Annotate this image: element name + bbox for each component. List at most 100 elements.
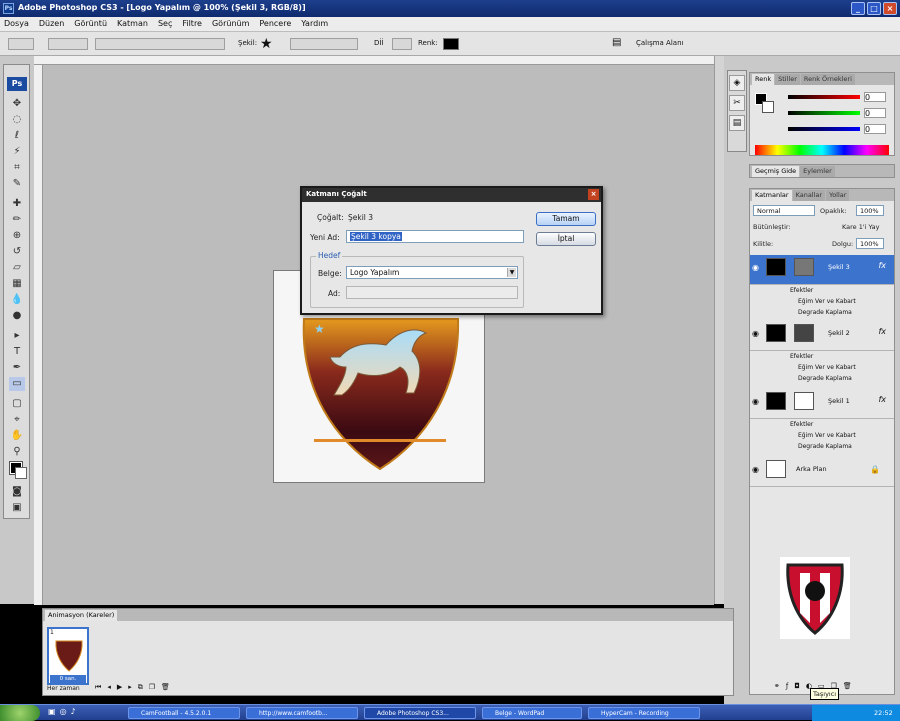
red-value[interactable]: 0 bbox=[864, 92, 886, 102]
palette-well-icon[interactable]: ▤ bbox=[612, 37, 621, 48]
info-icon[interactable]: ▤ bbox=[729, 115, 745, 131]
start-button[interactable] bbox=[0, 705, 40, 721]
gradient-tool-icon[interactable]: ▦ bbox=[9, 277, 25, 291]
star-shape-icon[interactable]: ★ bbox=[260, 36, 273, 52]
shape-tool-buttons[interactable] bbox=[95, 38, 225, 50]
link-layers-icon[interactable]: ⚭ bbox=[774, 682, 780, 692]
fx-icon[interactable]: fx bbox=[878, 261, 886, 270]
dialog-close-button[interactable]: × bbox=[588, 189, 599, 200]
pen-tool-icon[interactable]: ✒ bbox=[9, 361, 25, 375]
vertical-scrollbar[interactable] bbox=[714, 56, 724, 604]
minimize-button[interactable]: _ bbox=[851, 2, 865, 15]
menu-layer[interactable]: Katman bbox=[117, 19, 148, 31]
crop-tool-icon[interactable]: ⌗ bbox=[9, 161, 25, 175]
slice-tool-icon[interactable]: ✎ bbox=[9, 177, 25, 191]
loop-select[interactable]: Her zaman bbox=[47, 685, 80, 692]
duplicate-frame-icon[interactable]: ❐ bbox=[149, 683, 155, 692]
gradient-overlay-effect[interactable]: Degrade Kaplama bbox=[750, 307, 894, 318]
tab-channels[interactable]: Kanallar bbox=[792, 190, 826, 201]
fx-icon[interactable]: fx bbox=[878, 395, 886, 404]
new-name-input[interactable]: Şekil 3 kopya bbox=[346, 230, 524, 243]
tab-history[interactable]: Geçmiş Gide bbox=[752, 166, 800, 177]
gradient-overlay-effect[interactable]: Degrade Kaplama bbox=[750, 373, 894, 384]
document-select[interactable]: Logo Yapalım ▼ bbox=[346, 266, 518, 279]
blue-slider[interactable] bbox=[788, 127, 860, 131]
layer-row-shape-1[interactable]: ◉ Şekil 1 fx bbox=[750, 389, 894, 419]
red-slider[interactable] bbox=[788, 95, 860, 99]
blur-tool-icon[interactable]: 💧 bbox=[9, 293, 25, 307]
layer-row-shape-3[interactable]: ◉ Şekil 3 fx bbox=[750, 255, 894, 285]
zoom-tool-icon[interactable]: ⚲ bbox=[9, 445, 25, 459]
tab-color[interactable]: Renk bbox=[752, 74, 775, 85]
hand-tool-icon[interactable]: ✋ bbox=[9, 429, 25, 443]
background-color[interactable] bbox=[15, 467, 27, 479]
layer-style-icon[interactable]: ƒ bbox=[786, 682, 788, 692]
visibility-eye-icon[interactable]: ◉ bbox=[752, 263, 759, 272]
task-wordpad[interactable]: Belge - WordPad bbox=[482, 707, 582, 719]
type-tool-icon[interactable]: T bbox=[9, 345, 25, 359]
combine-mode-buttons[interactable] bbox=[290, 38, 358, 50]
healing-brush-icon[interactable]: ✚ bbox=[9, 197, 25, 211]
navigator-icon[interactable]: ◈ bbox=[729, 75, 745, 91]
ok-button[interactable]: Tamam bbox=[536, 212, 596, 226]
marquee-tool-icon[interactable]: ◌ bbox=[9, 113, 25, 127]
layer-row-shape-2[interactable]: ◉ Şekil 2 fx bbox=[750, 321, 894, 351]
green-value[interactable]: 0 bbox=[864, 108, 886, 118]
path-selection-icon[interactable]: ▸ bbox=[9, 329, 25, 343]
task-camfootball[interactable]: CamFootball - 4.5.2.0.1 bbox=[128, 707, 240, 719]
bevel-emboss-effect[interactable]: Eğim Ver ve Kabart bbox=[750, 362, 894, 373]
task-hypercam[interactable]: HyperCam - Recording bbox=[588, 707, 700, 719]
delete-layer-icon[interactable]: 🗑 bbox=[843, 682, 852, 692]
blue-value[interactable]: 0 bbox=[864, 124, 886, 134]
menu-filter[interactable]: Filtre bbox=[182, 19, 202, 31]
notes-tool-icon[interactable]: ▢ bbox=[9, 397, 25, 411]
menu-edit[interactable]: Düzen bbox=[39, 19, 64, 31]
color-spectrum[interactable] bbox=[755, 145, 889, 155]
show-desktop-icon[interactable]: ▣ bbox=[48, 707, 56, 716]
clone-stamp-icon[interactable]: ⊕ bbox=[9, 229, 25, 243]
next-frame-icon[interactable]: ▸ bbox=[128, 683, 132, 692]
tool-preset-picker[interactable] bbox=[8, 38, 34, 50]
opacity-input[interactable]: 100% bbox=[856, 205, 884, 216]
first-frame-icon[interactable]: ⏮ bbox=[95, 683, 101, 692]
task-photoshop[interactable]: Adobe Photoshop CS3... bbox=[364, 707, 476, 719]
frame-delay[interactable]: 0 san. bbox=[50, 675, 86, 683]
menu-select[interactable]: Seç bbox=[158, 19, 172, 31]
dodge-tool-icon[interactable]: ● bbox=[9, 309, 25, 323]
media-icon[interactable]: ♪ bbox=[71, 707, 76, 716]
visibility-eye-icon[interactable]: ◉ bbox=[752, 465, 759, 474]
maximize-button[interactable]: □ bbox=[867, 2, 881, 15]
menu-help[interactable]: Yardım bbox=[301, 19, 328, 31]
blend-mode-select[interactable]: Normal bbox=[753, 205, 815, 216]
fill-input[interactable]: 100% bbox=[856, 238, 884, 249]
layer-row-background[interactable]: ◉ Arka Plan 🔒 bbox=[750, 457, 894, 487]
history-brush-icon[interactable]: ↺ bbox=[9, 245, 25, 259]
custom-shape-tool-icon[interactable]: ▭ bbox=[9, 377, 25, 391]
propagate-frame-checkbox[interactable]: Kare 1'i Yay bbox=[842, 223, 879, 231]
tab-animation[interactable]: Animasyon (Kareler) bbox=[45, 610, 118, 621]
animation-frame-1[interactable]: 1 0 san. bbox=[47, 627, 89, 685]
quick-mask-icon[interactable]: ◙ bbox=[9, 485, 25, 499]
cancel-button[interactable]: İptal bbox=[536, 232, 596, 246]
menu-image[interactable]: Görüntü bbox=[74, 19, 107, 31]
magic-wand-icon[interactable]: ⚡ bbox=[9, 145, 25, 159]
shape-layers-mode[interactable] bbox=[48, 38, 88, 50]
play-icon[interactable]: ▶ bbox=[117, 683, 122, 692]
green-slider[interactable] bbox=[788, 111, 860, 115]
gradient-overlay-effect[interactable]: Degrade Kaplama bbox=[750, 441, 894, 452]
move-tool-icon[interactable]: ✥ bbox=[9, 97, 25, 111]
style-picker[interactable] bbox=[392, 38, 412, 50]
tab-layers[interactable]: Katmanlar bbox=[752, 190, 792, 201]
visibility-eye-icon[interactable]: ◉ bbox=[752, 329, 759, 338]
lasso-tool-icon[interactable]: ℓ bbox=[9, 129, 25, 143]
close-button[interactable]: × bbox=[883, 2, 897, 15]
tab-styles[interactable]: Stiller bbox=[775, 74, 800, 85]
add-mask-icon[interactable]: ◘ bbox=[794, 682, 800, 692]
fx-icon[interactable]: fx bbox=[878, 327, 886, 336]
eyedropper-tool-icon[interactable]: ⌖ bbox=[9, 413, 25, 427]
bevel-emboss-effect[interactable]: Eğim Ver ve Kabart bbox=[750, 430, 894, 441]
visibility-eye-icon[interactable]: ◉ bbox=[752, 397, 759, 406]
tween-icon[interactable]: ⧉ bbox=[138, 683, 143, 692]
brush-tool-icon[interactable]: ✏ bbox=[9, 213, 25, 227]
tab-actions[interactable]: Eylemler bbox=[800, 166, 835, 177]
